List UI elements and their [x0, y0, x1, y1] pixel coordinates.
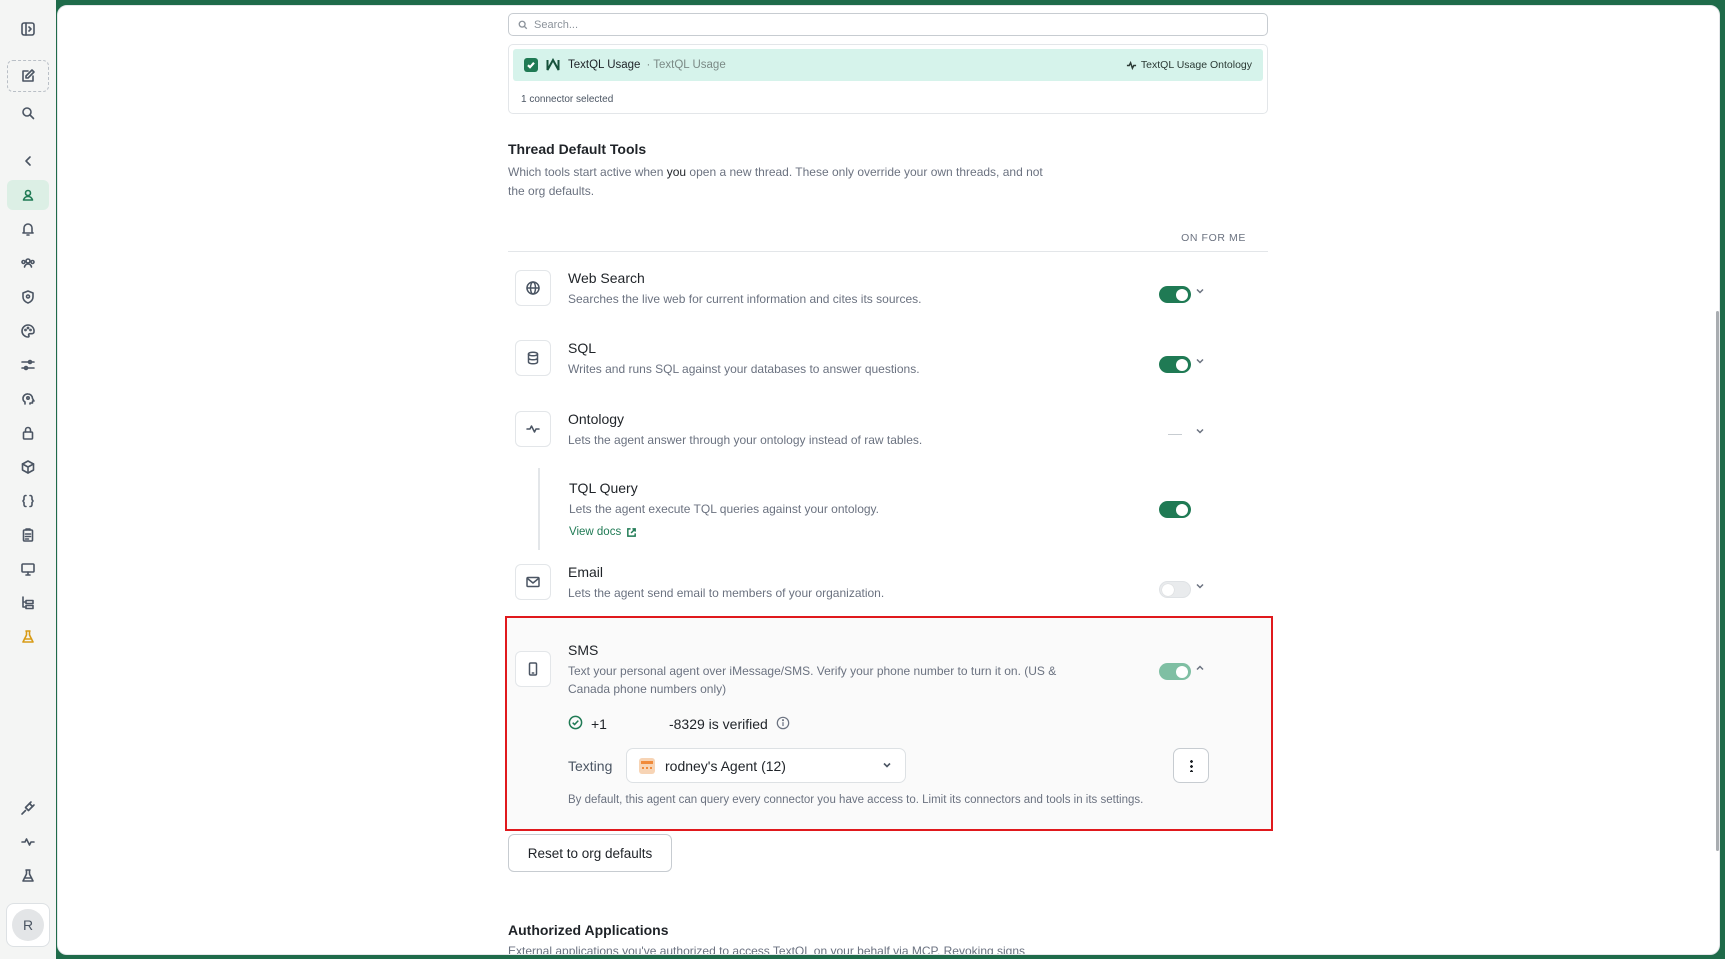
on-for-me-header: ON FOR ME	[1181, 232, 1246, 244]
chevron-down-icon[interactable]	[1193, 354, 1207, 368]
user-menu[interactable]: R	[6, 903, 50, 947]
chevron-down-icon[interactable]	[1193, 579, 1207, 593]
ontology-icon[interactable]	[7, 827, 49, 857]
ontology-label: TextQL Usage Ontology	[1140, 59, 1252, 71]
connector-row[interactable]: TextQL Usage · TextQL Usage TextQL Usage…	[513, 49, 1263, 81]
textql-logo-icon	[546, 57, 560, 72]
info-icon[interactable]	[776, 716, 790, 733]
check-circle-icon	[568, 715, 583, 733]
view-docs-link[interactable]: View docs	[569, 526, 637, 538]
team-icon[interactable]	[7, 248, 49, 278]
kebab-menu-icon	[1189, 759, 1193, 772]
connector-name: TextQL Usage	[568, 59, 641, 71]
scrollbar[interactable]	[1716, 311, 1719, 851]
authorized-apps-description: External applications you've authorized …	[508, 944, 1026, 955]
phone-icon	[515, 651, 551, 687]
email-toggle[interactable]	[1159, 581, 1191, 598]
package-icon[interactable]	[7, 452, 49, 482]
tool-description: Searches the live web for current inform…	[568, 292, 922, 306]
globe-icon	[515, 270, 551, 306]
thread-tools-title: Thread Default Tools	[508, 141, 647, 157]
authorized-apps-title: Authorized Applications	[508, 922, 669, 938]
chevron-up-icon[interactable]	[1193, 661, 1207, 675]
flask-icon[interactable]	[7, 622, 49, 652]
ontology-icon	[1126, 60, 1136, 70]
tree-icon[interactable]	[7, 588, 49, 618]
brain-icon[interactable]	[7, 384, 49, 414]
agent-select[interactable]: rodney's Agent (12)	[626, 748, 906, 783]
palette-icon[interactable]	[7, 316, 49, 346]
phone-suffix: -8329 is verified	[668, 716, 768, 732]
lock-icon[interactable]	[7, 418, 49, 448]
tool-name: TQL Query	[569, 480, 638, 496]
chevron-down-icon[interactable]	[1193, 284, 1207, 298]
tool-description: Text your personal agent over iMessage/S…	[568, 664, 1057, 696]
phone-verified-status: +1 -8329 is verified	[568, 715, 790, 733]
tool-name: SMS	[568, 642, 599, 658]
web-search-toggle[interactable]	[1159, 286, 1191, 303]
sms-toggle[interactable]	[1159, 663, 1191, 680]
divider	[508, 251, 1268, 252]
tool-description: Writes and runs SQL against your databas…	[568, 362, 920, 376]
chevron-down-icon	[881, 758, 893, 774]
bell-icon[interactable]	[7, 214, 49, 244]
more-options-button[interactable]	[1173, 748, 1209, 783]
code-braces-icon[interactable]	[7, 486, 49, 516]
flask-outline-icon[interactable]	[7, 861, 49, 891]
search-placeholder: Search...	[534, 18, 579, 31]
tool-description: Lets the agent answer through your ontol…	[568, 433, 923, 447]
tql-query-toggle[interactable]	[1159, 501, 1191, 518]
settings-panel: Search... TextQL Usage · TextQL Usage Te…	[57, 5, 1720, 955]
thread-tools-description: Which tools start active when you open a…	[508, 165, 1043, 198]
search-icon[interactable]	[7, 98, 49, 128]
connector-ontology: TextQL Usage Ontology	[1126, 59, 1252, 71]
clipboard-icon[interactable]	[7, 520, 49, 550]
connector-search-input[interactable]: Search...	[508, 13, 1268, 36]
mail-icon	[515, 564, 551, 600]
chevron-left-icon[interactable]	[7, 146, 49, 176]
new-thread-icon[interactable]	[7, 60, 49, 92]
avatar: R	[12, 909, 44, 941]
profile-icon[interactable]	[7, 180, 49, 210]
connector-subtitle: · TextQL Usage	[646, 59, 726, 71]
ontology-icon	[515, 411, 551, 447]
checkbox-checked-icon[interactable]	[524, 58, 538, 72]
monitor-icon[interactable]	[7, 554, 49, 584]
agent-name: rodney's Agent (12)	[665, 757, 786, 774]
search-icon	[518, 20, 528, 29]
tool-name: Email	[568, 564, 604, 580]
shield-icon[interactable]	[7, 282, 49, 312]
toggle-sidebar-icon[interactable]	[7, 14, 49, 44]
sidebar: R	[0, 0, 56, 959]
plug-icon[interactable]	[7, 793, 49, 823]
connector-count: 1 connector selected	[521, 94, 614, 105]
phone-prefix: +1	[591, 716, 607, 732]
chevron-down-icon[interactable]	[1193, 424, 1207, 438]
tool-name: Web Search	[568, 270, 645, 286]
database-icon	[515, 340, 551, 376]
external-link-icon	[627, 527, 637, 537]
sms-agent-note: By default, this agent can query every c…	[568, 794, 1144, 806]
sql-toggle[interactable]	[1159, 356, 1191, 373]
reset-to-org-defaults-button[interactable]: Reset to org defaults	[508, 834, 672, 872]
tool-description: Lets the agent send email to members of …	[568, 586, 885, 600]
tool-name: SQL	[568, 340, 597, 356]
subtool-connector-line	[538, 468, 540, 550]
agent-avatar-icon	[639, 757, 655, 774]
texting-label: Texting	[568, 758, 613, 774]
tool-description: Lets the agent execute TQL queries again…	[569, 502, 879, 516]
mixed-state-indicator	[1168, 434, 1182, 435]
tool-name: Ontology	[568, 411, 625, 427]
sliders-icon[interactable]	[7, 350, 49, 380]
connector-list: TextQL Usage · TextQL Usage TextQL Usage…	[508, 44, 1268, 114]
